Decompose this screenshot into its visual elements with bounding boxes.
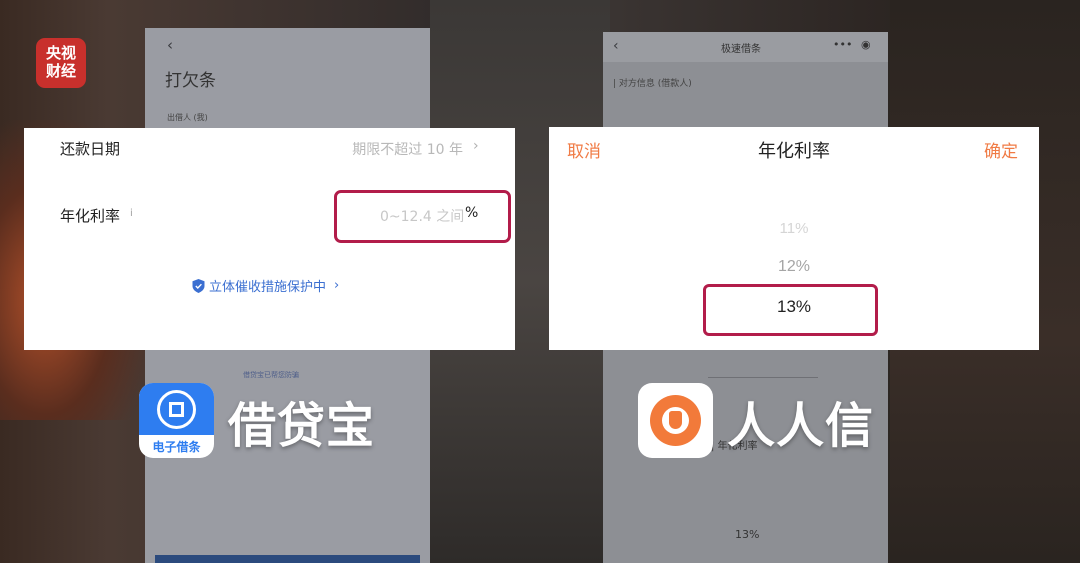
borrower-section-label: | 对方信息 (借款人) <box>613 79 692 89</box>
app-icon-caption: 电子借条 <box>152 440 201 454</box>
picker-title: 年化利率 <box>758 141 830 162</box>
back-icon[interactable]: ‹ <box>167 36 173 54</box>
divider <box>708 377 818 378</box>
lender-label: 出借人 (我) <box>167 113 208 122</box>
protection-text: 立体催收措施保护中 <box>209 280 327 295</box>
chevron-right-icon: › <box>334 278 340 293</box>
chevron-right-icon[interactable]: › <box>473 138 479 154</box>
back-icon[interactable]: ‹ <box>613 38 619 54</box>
renrenxin-app-badge: 人人信 <box>638 383 874 458</box>
picker-option[interactable]: 11% <box>549 220 1039 237</box>
jiedaibao-app-badge: 电子借条 借贷宝 <box>139 383 375 458</box>
logo-line-1: 央视 <box>45 44 76 62</box>
repay-date-label: 还款日期 <box>60 140 121 158</box>
cctv-finance-logo: 央视 财经 <box>36 38 86 88</box>
app-name: 人人信 <box>727 397 875 454</box>
phone-title: 打欠条 <box>165 71 216 91</box>
confirm-button[interactable]: 确定 <box>984 137 1018 162</box>
phone-title: 极速借条 <box>721 44 761 55</box>
repay-date-value[interactable]: 期限不超过 10 年 <box>352 139 463 159</box>
rate-picker-card: 取消 年化利率 确定 11% 12% 13% <box>549 127 1039 350</box>
info-icon[interactable]: i <box>130 208 133 219</box>
protection-link[interactable]: 立体催收措施保护中 › <box>192 276 339 295</box>
picker-option[interactable]: 12% <box>549 258 1039 276</box>
annual-rate-label: 年化利率 <box>60 207 121 225</box>
submit-bar[interactable] <box>155 555 420 563</box>
logo-line-2: 财经 <box>45 62 76 80</box>
shield-icon <box>192 278 205 293</box>
renrenxin-app-icon <box>638 383 713 458</box>
more-icon[interactable]: ••• <box>833 38 852 51</box>
safety-tip: 借贷宝已帮您防骗 <box>243 371 299 379</box>
highlight-box <box>703 284 878 336</box>
annual-rate-value: 13% <box>735 528 760 541</box>
highlight-box <box>334 190 511 243</box>
app-name: 借贷宝 <box>228 397 376 454</box>
jiedaibao-app-icon: 电子借条 <box>139 383 214 458</box>
close-icon[interactable]: ◉ <box>861 38 871 51</box>
loan-form-card: 还款日期 期限不超过 10 年 › 年化利率 i 0~12.4 之间 % 立体催… <box>24 128 515 350</box>
